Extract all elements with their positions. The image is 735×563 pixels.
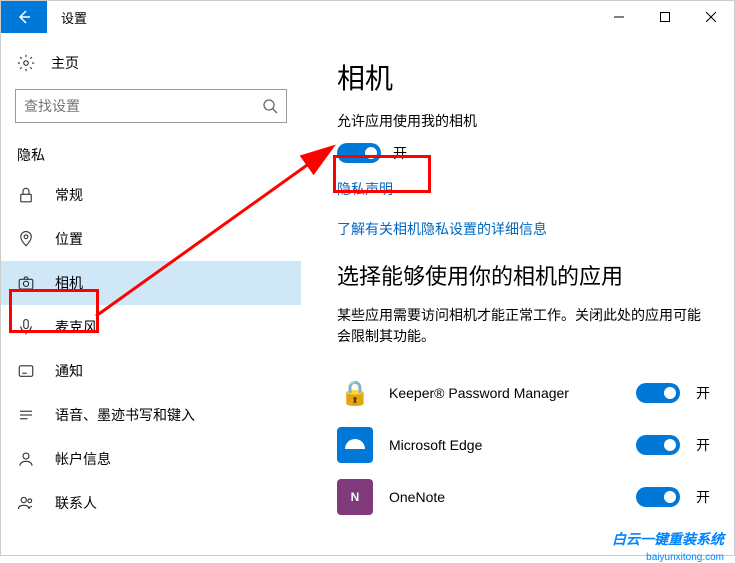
- location-icon: [17, 230, 35, 248]
- home-label: 主页: [51, 53, 79, 73]
- camera-icon: [17, 274, 35, 292]
- nav-speech-ink[interactable]: 语音、墨迹书写和键入: [1, 393, 301, 437]
- watermark-url: baiyunxitong.com: [646, 552, 724, 563]
- section-privacy: 隐私: [1, 137, 301, 173]
- learn-more-link[interactable]: 了解有关相机隐私设置的详细信息: [337, 219, 710, 239]
- nav-label: 位置: [55, 229, 83, 249]
- allow-description: 允许应用使用我的相机: [337, 111, 710, 131]
- close-icon: [706, 12, 716, 22]
- person-icon: [17, 450, 35, 468]
- app-name: Keeper® Password Manager: [389, 385, 620, 401]
- choose-apps-title: 选择能够使用你的相机的应用: [337, 259, 710, 291]
- minimize-icon: [614, 12, 624, 22]
- nav-microphone[interactable]: 麦克风: [1, 305, 301, 349]
- keeper-icon: 🔒: [337, 375, 373, 411]
- app-toggle-label: 开: [696, 383, 710, 403]
- gear-icon: [17, 54, 35, 72]
- app-name: OneNote: [389, 489, 620, 505]
- minimize-button[interactable]: [596, 1, 642, 33]
- app-toggle[interactable]: [636, 383, 680, 403]
- arrow-left-icon: [16, 9, 32, 25]
- maximize-button[interactable]: [642, 1, 688, 33]
- nav-general[interactable]: 常规: [1, 173, 301, 217]
- watermark: 白云一键重装系统: [612, 529, 724, 549]
- nav-label: 联系人: [55, 493, 97, 513]
- maximize-icon: [660, 12, 670, 22]
- privacy-statement-link[interactable]: 隐私声明: [337, 179, 710, 199]
- onenote-icon: N: [337, 479, 373, 515]
- camera-toggle-row: 开: [337, 143, 710, 163]
- main-content: 相机 允许应用使用我的相机 开 隐私声明 了解有关相机隐私设置的详细信息 选择能…: [301, 33, 734, 555]
- nav-notifications[interactable]: 通知: [1, 349, 301, 393]
- nav-contacts[interactable]: 联系人: [1, 481, 301, 525]
- camera-toggle[interactable]: [337, 143, 381, 163]
- people-icon: [17, 494, 35, 512]
- app-name: Microsoft Edge: [389, 437, 620, 453]
- app-row-keeper: 🔒 Keeper® Password Manager 开: [337, 367, 710, 419]
- app-row-onenote: N OneNote 开: [337, 471, 710, 523]
- app-toggle-label: 开: [696, 435, 710, 455]
- nav-label: 相机: [55, 273, 83, 293]
- window-controls: [596, 1, 734, 33]
- app-toggle[interactable]: [636, 435, 680, 455]
- nav-account-info[interactable]: 帐户信息: [1, 437, 301, 481]
- list-icon: [17, 406, 35, 424]
- notification-icon: [17, 362, 35, 380]
- close-button[interactable]: [688, 1, 734, 33]
- app-toggle-label: 开: [696, 487, 710, 507]
- nav-label: 帐户信息: [55, 449, 111, 469]
- app-toggle[interactable]: [636, 487, 680, 507]
- nav-label: 常规: [55, 185, 83, 205]
- nav-label: 通知: [55, 361, 83, 381]
- choose-apps-desc: 某些应用需要访问相机才能正常工作。关闭此处的应用可能会限制其功能。: [337, 305, 710, 347]
- nav-label: 麦克风: [55, 317, 97, 337]
- search-input[interactable]: [15, 89, 287, 123]
- nav-location[interactable]: 位置: [1, 217, 301, 261]
- search-field[interactable]: [24, 98, 262, 114]
- window-title: 设置: [61, 8, 87, 27]
- nav-camera[interactable]: 相机: [1, 261, 301, 305]
- nav-label: 语音、墨迹书写和键入: [55, 405, 195, 425]
- app-row-edge: Microsoft Edge 开: [337, 419, 710, 471]
- back-button[interactable]: [1, 1, 47, 33]
- sidebar: 主页 隐私 常规 位置 相机 麦克风 通知 语音、墨迹书写: [1, 33, 301, 555]
- toggle-state-label: 开: [393, 143, 407, 163]
- titlebar: 设置: [1, 1, 734, 33]
- home-button[interactable]: 主页: [1, 43, 301, 83]
- search-icon: [262, 98, 278, 114]
- page-title: 相机: [337, 57, 710, 97]
- lock-icon: [17, 186, 35, 204]
- microphone-icon: [17, 318, 35, 336]
- edge-icon: [337, 427, 373, 463]
